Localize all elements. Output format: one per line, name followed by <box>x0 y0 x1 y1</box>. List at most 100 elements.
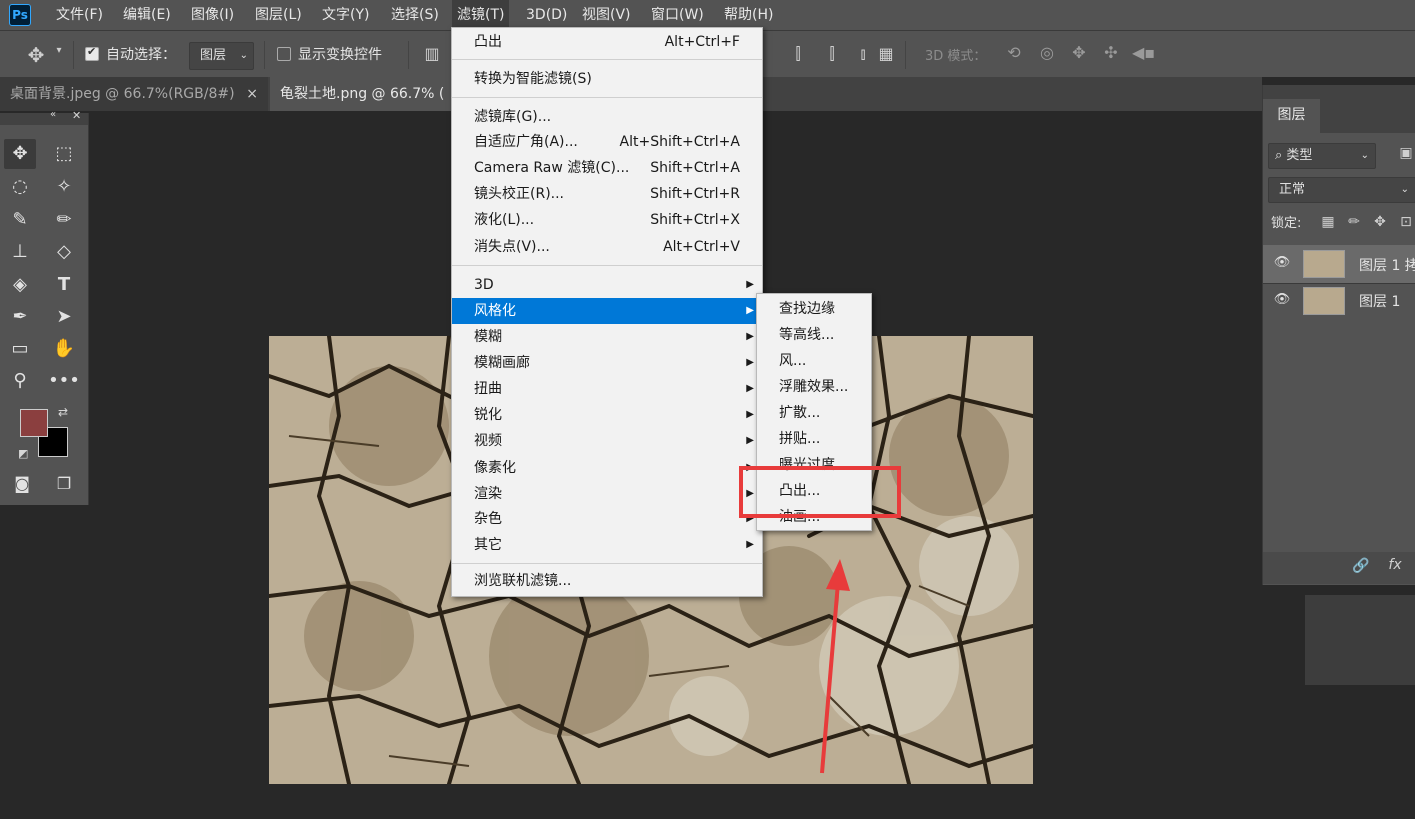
menu-item-last-filter[interactable]: 凸出 Alt+Ctrl+F <box>452 29 762 55</box>
show-transform-checkbox[interactable] <box>277 47 291 61</box>
link-layers-icon[interactable]: 🔗 <box>1351 558 1371 574</box>
menu-item-filter-gallery[interactable]: 滤镜库(G)... <box>452 104 762 130</box>
menu-item-video[interactable]: 视频 ▶ <box>452 428 762 454</box>
magic-wand-icon[interactable]: ✧ <box>48 172 80 202</box>
orbit-3d-icon[interactable]: ⟲ <box>1003 43 1025 62</box>
tab-layers[interactable]: 图层 <box>1263 99 1320 133</box>
menu-view[interactable]: 视图(V) <box>577 0 636 30</box>
menu-file[interactable]: 文件(F) <box>51 0 108 30</box>
zoom-tool-icon[interactable]: ⚲ <box>4 366 36 396</box>
tab-cracked-earth[interactable]: 龟裂土地.png @ 66.7% ( <box>270 77 470 111</box>
menu-item-render[interactable]: 渲染 ▶ <box>452 481 762 507</box>
lock-position-icon[interactable]: ✥ <box>1371 214 1389 230</box>
menu-select[interactable]: 选择(S) <box>386 0 444 30</box>
foreground-color-swatch[interactable] <box>20 409 48 437</box>
menu-filter[interactable]: 滤镜(T) <box>452 0 510 30</box>
menu-image[interactable]: 图像(I) <box>186 0 239 30</box>
lock-label: 锁定: <box>1271 216 1302 231</box>
layer-row[interactable]: 👁 图层 1 拷 <box>1263 245 1415 283</box>
pen-tool-icon[interactable]: ✒ <box>4 302 36 332</box>
auto-select-target-dropdown[interactable]: 图层 ⌄ <box>189 42 254 70</box>
move-tool-icon[interactable]: ✥ <box>4 139 36 169</box>
menu-edit[interactable]: 编辑(E) <box>118 0 176 30</box>
lasso-tool-icon[interactable]: ◌ <box>4 172 36 202</box>
pan-3d-icon[interactable]: ✥ <box>1068 43 1090 62</box>
paint-bucket-icon[interactable]: ◈ <box>4 270 36 300</box>
collapse-icon[interactable]: « <box>50 109 56 120</box>
menu-item-label: 模糊 <box>474 329 502 345</box>
hand-tool-icon[interactable]: ✋ <box>48 334 80 364</box>
path-select-icon[interactable]: ➤ <box>48 302 80 332</box>
menu-item-browse-online-filters[interactable]: 浏览联机滤镜... <box>452 568 762 594</box>
menu-item-stylize[interactable]: 风格化 ▶ <box>452 298 762 324</box>
menu-item-vanishing-point[interactable]: 消失点(V)... Alt+Ctrl+V <box>452 234 762 260</box>
menu-item-sharpen[interactable]: 锐化 ▶ <box>452 402 762 428</box>
swap-colors-icon[interactable]: ⇄ <box>58 405 68 419</box>
divider <box>264 41 265 69</box>
submenu-item-oil-paint[interactable]: 油画... <box>757 504 871 530</box>
submenu-item-trace-contour[interactable]: 等高线... <box>757 322 871 348</box>
auto-align-icon[interactable]: ▦ <box>876 44 896 63</box>
tab-desktop-background[interactable]: 桌面背景.jpeg @ 66.7%(RGB/8#) × <box>0 77 268 111</box>
submenu-item-wind[interactable]: 风... <box>757 348 871 374</box>
scale-3d-icon[interactable]: ◀▪ <box>1132 43 1155 62</box>
submenu-item-diffuse[interactable]: 扩散... <box>757 400 871 426</box>
menu-item-convert-smart-filter[interactable]: 转换为智能滤镜(S) <box>452 66 762 92</box>
lock-pixels-icon[interactable]: ✏ <box>1345 214 1363 230</box>
type-tool-icon[interactable]: T <box>48 270 80 300</box>
move-tool-icon[interactable]: ✥ <box>22 43 50 67</box>
marquee-tool-icon[interactable]: ⬚ <box>48 139 80 169</box>
menu-item-distort[interactable]: 扭曲 ▶ <box>452 376 762 402</box>
menu-window[interactable]: 窗口(W) <box>646 0 709 30</box>
align-top-icon[interactable]: ▥ <box>422 44 442 63</box>
distribute-icon[interactable]: ⫾ <box>853 44 873 64</box>
eye-icon[interactable]: 👁 <box>1273 255 1291 270</box>
default-colors-icon[interactable]: ◩ <box>18 447 28 460</box>
menu-item-3d[interactable]: 3D ▶ <box>452 272 762 298</box>
blend-mode-dropdown[interactable]: 正常 ⌄ <box>1268 177 1415 203</box>
menu-item-lens-correction[interactable]: 镜头校正(R)... Shift+Ctrl+R <box>452 181 762 207</box>
image-filter-icon[interactable]: ▣ <box>1397 145 1415 161</box>
quick-mask-icon[interactable]: ◙ <box>6 469 38 499</box>
eye-icon[interactable]: 👁 <box>1273 292 1291 307</box>
roll-3d-icon[interactable]: ◎ <box>1036 43 1058 62</box>
screen-mode-icon[interactable]: ❐ <box>48 469 80 499</box>
stylize-submenu: 查找边缘 等高线... 风... 浮雕效果... 扩散... 拼贴... 曝光过… <box>756 293 872 531</box>
slide-3d-icon[interactable]: ✣ <box>1100 43 1122 62</box>
menu-item-blur-gallery[interactable]: 模糊画廊 ▶ <box>452 350 762 376</box>
close-icon[interactable]: × <box>246 77 258 111</box>
menu-item-camera-raw[interactable]: Camera Raw 滤镜(C)... Shift+Ctrl+A <box>452 155 762 181</box>
submenu-item-tiles[interactable]: 拼贴... <box>757 426 871 452</box>
menu-item-liquify[interactable]: 液化(L)... Shift+Ctrl+X <box>452 207 762 233</box>
distribute-icon[interactable]: ⫿ <box>788 44 808 64</box>
lock-transparent-icon[interactable]: ▦ <box>1319 214 1337 230</box>
submenu-item-find-edges[interactable]: 查找边缘 <box>757 296 871 322</box>
submenu-item-solarize[interactable]: 曝光过度 <box>757 452 871 478</box>
menu-item-other[interactable]: 其它 ▶ <box>452 532 762 558</box>
lock-artboard-icon[interactable]: ⊡ <box>1397 214 1415 230</box>
chevron-down-icon[interactable]: ▾ <box>52 45 66 56</box>
menu-item-adaptive-wide-angle[interactable]: 自适应广角(A)... Alt+Shift+Ctrl+A <box>452 129 762 155</box>
eraser-tool-icon[interactable]: ◇ <box>48 237 80 267</box>
menu-layer[interactable]: 图层(L) <box>250 0 307 30</box>
stamp-tool-icon[interactable]: ⊥ <box>4 237 36 267</box>
submenu-item-extrude[interactable]: 凸出... <box>757 478 871 504</box>
menu-help[interactable]: 帮助(H) <box>719 0 778 30</box>
submenu-item-emboss[interactable]: 浮雕效果... <box>757 374 871 400</box>
menu-item-noise[interactable]: 杂色 ▶ <box>452 506 762 532</box>
menu-3d[interactable]: 3D(D) <box>521 0 572 30</box>
brush-tool-icon[interactable]: ✏ <box>48 205 80 235</box>
more-tools-icon[interactable]: ••• <box>48 366 80 396</box>
menu-item-blur[interactable]: 模糊 ▶ <box>452 324 762 350</box>
menu-type[interactable]: 文字(Y) <box>317 0 374 30</box>
layer-filter-dropdown[interactable]: ⌕ 类型 ⌄ <box>1268 143 1376 169</box>
auto-select-checkbox[interactable] <box>85 45 99 61</box>
close-icon[interactable]: ✕ <box>72 109 81 122</box>
layer-row[interactable]: 👁 图层 1 <box>1263 284 1415 318</box>
fx-icon[interactable]: fx <box>1383 557 1407 573</box>
distribute-icon[interactable]: ⫿ <box>822 44 842 64</box>
eyedropper-icon[interactable]: ✎ <box>4 205 36 235</box>
chevron-down-icon: ⌄ <box>1360 150 1369 161</box>
menu-item-pixelate[interactable]: 像素化 ▶ <box>452 455 762 481</box>
rectangle-tool-icon[interactable]: ▭ <box>4 334 36 364</box>
